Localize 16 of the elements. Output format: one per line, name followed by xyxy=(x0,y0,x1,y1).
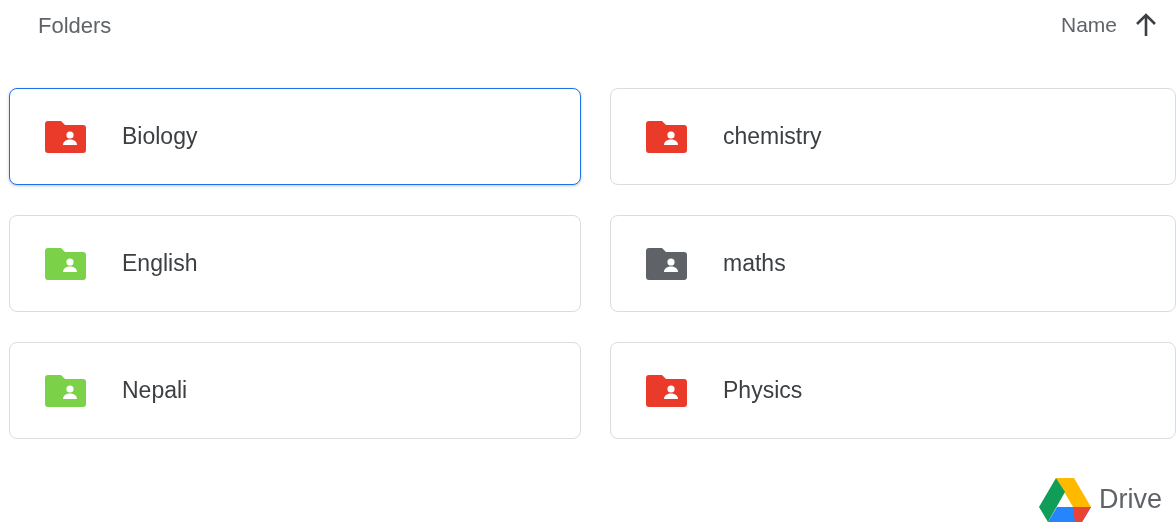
folder-name: Physics xyxy=(723,376,803,406)
sort-button[interactable]: Name xyxy=(1060,9,1157,41)
folder-card[interactable]: English xyxy=(9,215,581,312)
folder-card[interactable]: maths xyxy=(610,215,1176,312)
folder-name: English xyxy=(122,249,198,279)
folder-name: Biology xyxy=(122,122,198,152)
folder-card[interactable]: Biology xyxy=(9,88,581,185)
folder-name: maths xyxy=(723,249,786,279)
folder-card[interactable]: chemistry xyxy=(610,88,1176,185)
folder-name: Nepali xyxy=(122,376,188,406)
section-title: Folders xyxy=(38,11,112,40)
folder-card[interactable]: Physics xyxy=(610,342,1176,439)
folder-name: chemistry xyxy=(723,122,822,152)
folder-card[interactable]: Nepali xyxy=(9,342,581,439)
drive-logo-icon xyxy=(1039,477,1091,522)
drive-brand-text: Drive xyxy=(1099,483,1162,517)
